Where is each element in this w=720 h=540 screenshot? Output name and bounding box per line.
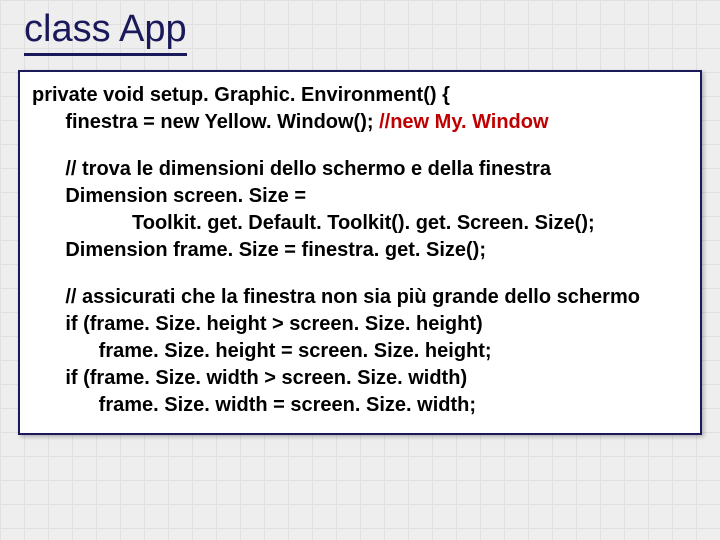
code-comment: // assicurati che la finestra non sia pi… (32, 284, 688, 311)
slide-title: class App (24, 8, 187, 56)
slide: class App private void setup. Graphic. E… (0, 0, 720, 435)
code-line: if (frame. Size. height > screen. Size. … (32, 311, 688, 338)
blank-line (32, 136, 688, 156)
blank-line (32, 264, 688, 284)
code-box: private void setup. Graphic. Environment… (18, 70, 702, 435)
code-line: Dimension frame. Size = finestra. get. S… (32, 237, 688, 264)
code-line: private void setup. Graphic. Environment… (32, 82, 688, 109)
code-line: frame. Size. width = screen. Size. width… (32, 392, 688, 419)
code-line: Dimension screen. Size = (32, 183, 688, 210)
code-line: Toolkit. get. Default. Toolkit(). get. S… (32, 210, 688, 237)
code-line: finestra = new Yellow. Window(); //new M… (32, 109, 688, 136)
code-line: frame. Size. height = screen. Size. heig… (32, 338, 688, 365)
code-comment: // trova le dimensioni dello schermo e d… (32, 156, 688, 183)
code-line: if (frame. Size. width > screen. Size. w… (32, 365, 688, 392)
